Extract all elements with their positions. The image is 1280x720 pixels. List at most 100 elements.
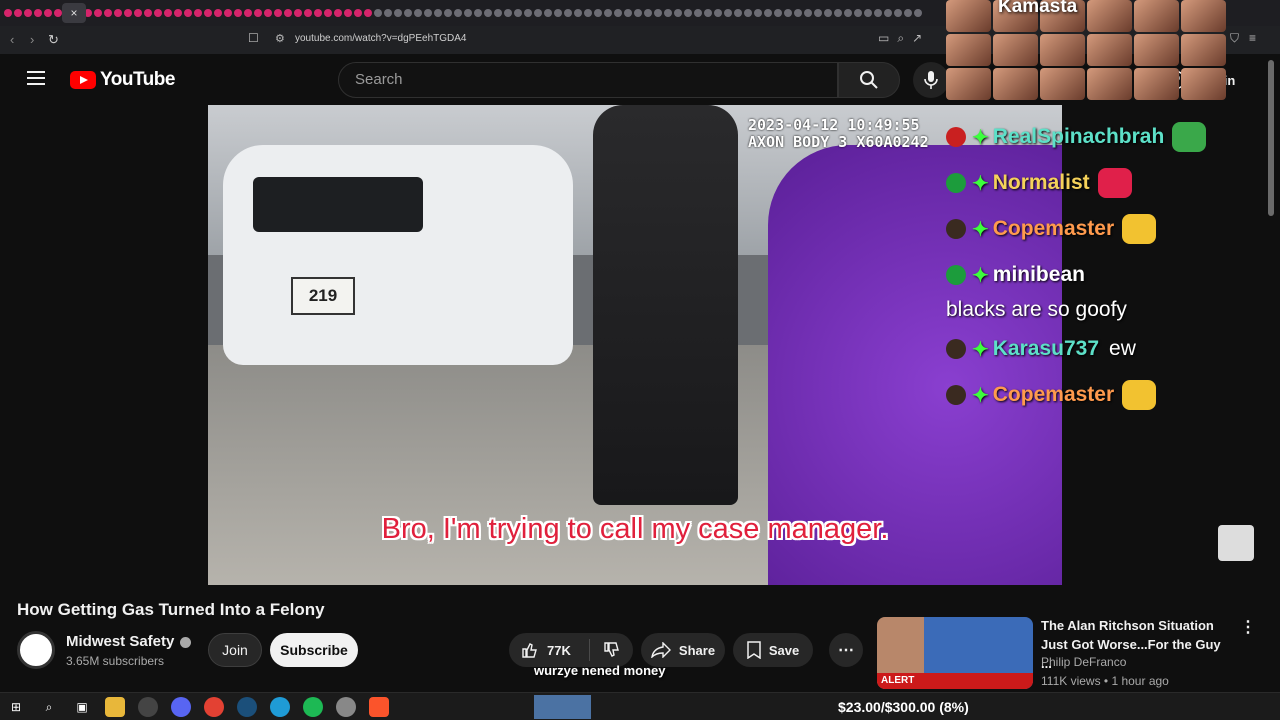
tab-favicon[interactable] <box>844 9 852 17</box>
tab-favicon[interactable] <box>524 9 532 17</box>
save-button[interactable]: Save <box>733 633 813 667</box>
tab-favicon[interactable] <box>734 9 742 17</box>
tab-favicon[interactable] <box>684 9 692 17</box>
tab-favicon[interactable] <box>824 9 832 17</box>
tab-favicon[interactable] <box>574 9 582 17</box>
app-icon[interactable] <box>336 697 356 717</box>
tab-favicon[interactable] <box>214 9 222 17</box>
subscribe-button[interactable]: Subscribe <box>270 633 358 667</box>
tab-favicon[interactable] <box>854 9 862 17</box>
tab-favicon[interactable] <box>114 9 122 17</box>
zoom-icon[interactable]: ⌕ <box>897 31 904 46</box>
tab-favicon[interactable] <box>604 9 612 17</box>
tab-favicon[interactable] <box>134 9 142 17</box>
taskbar-active-window[interactable] <box>534 695 591 719</box>
tab-favicon[interactable] <box>384 9 392 17</box>
tab-favicon[interactable] <box>494 9 502 17</box>
tab-favicon[interactable] <box>804 9 812 17</box>
tab-favicon[interactable] <box>794 9 802 17</box>
discord-icon[interactable] <box>171 697 191 717</box>
video-player[interactable]: 219 2023-04-12 10:49:55 AXON BODY 3 X60A… <box>208 105 1062 585</box>
tab-favicon[interactable] <box>14 9 22 17</box>
tab-favicon[interactable] <box>234 9 242 17</box>
tab-favicon[interactable] <box>44 9 52 17</box>
tab-favicon[interactable] <box>624 9 632 17</box>
tab-favicon[interactable] <box>614 9 622 17</box>
tab-favicon[interactable] <box>184 9 192 17</box>
tab-favicon[interactable] <box>894 9 902 17</box>
spotify-icon[interactable] <box>303 697 323 717</box>
tab-favicon[interactable] <box>554 9 562 17</box>
tab-favicon[interactable] <box>94 9 102 17</box>
site-info-icon[interactable]: ⚙ <box>275 32 285 45</box>
tab-favicon[interactable] <box>434 9 442 17</box>
tab-favicon[interactable] <box>724 9 732 17</box>
back-icon[interactable]: ‹ <box>10 32 14 47</box>
tab-favicon[interactable] <box>414 9 422 17</box>
task-view-icon[interactable]: ▣ <box>72 697 92 717</box>
tab-favicon[interactable] <box>54 9 62 17</box>
tab-favicon[interactable] <box>174 9 182 17</box>
tab-favicon[interactable] <box>534 9 542 17</box>
recommended-thumbnail[interactable]: ALERT <box>877 617 1033 689</box>
tab-favicon[interactable] <box>34 9 42 17</box>
voice-search-button[interactable] <box>913 62 949 98</box>
tab-favicon[interactable] <box>864 9 872 17</box>
tab-favicon[interactable] <box>364 9 372 17</box>
tab-favicon[interactable] <box>674 9 682 17</box>
file-explorer-icon[interactable] <box>105 697 125 717</box>
install-app-icon[interactable]: ▭ <box>878 31 889 46</box>
tab-favicon[interactable] <box>304 9 312 17</box>
tab-favicon[interactable] <box>784 9 792 17</box>
tab-favicon[interactable] <box>644 9 652 17</box>
tab-favicon[interactable] <box>714 9 722 17</box>
tab-favicon[interactable] <box>24 9 32 17</box>
tab-favicon[interactable] <box>464 9 472 17</box>
tab-favicon[interactable] <box>454 9 462 17</box>
search-button[interactable] <box>838 62 900 98</box>
channel-name[interactable]: Midwest Safety <box>66 633 192 650</box>
search-input[interactable]: Search <box>338 62 838 98</box>
tab-favicon[interactable] <box>514 9 522 17</box>
tab-favicon[interactable] <box>484 9 492 17</box>
youtube-logo[interactable]: YouTube <box>70 69 175 91</box>
tab-favicon[interactable] <box>504 9 512 17</box>
tab-favicon[interactable] <box>444 9 452 17</box>
tab-favicon[interactable] <box>284 9 292 17</box>
chrome-icon[interactable] <box>204 697 224 717</box>
tab-favicon[interactable] <box>914 9 922 17</box>
tab-favicon[interactable] <box>424 9 432 17</box>
tab-favicon[interactable] <box>334 9 342 17</box>
tab-favicon[interactable] <box>374 9 382 17</box>
tab-favicons[interactable] <box>4 7 934 19</box>
tab-favicon[interactable] <box>244 9 252 17</box>
tab-favicon[interactable] <box>694 9 702 17</box>
reload-icon[interactable]: ↻ <box>48 32 59 48</box>
tab-favicon[interactable] <box>474 9 482 17</box>
share-button[interactable]: Share <box>641 633 725 667</box>
tab-favicon[interactable] <box>834 9 842 17</box>
tab-favicon[interactable] <box>274 9 282 17</box>
tab-favicon[interactable] <box>144 9 152 17</box>
recommended-menu-icon[interactable]: ⋮ <box>1240 617 1256 637</box>
share-page-icon[interactable]: ↗ <box>912 31 922 46</box>
page-scrollbar[interactable] <box>1268 60 1274 216</box>
tab-favicon[interactable] <box>124 9 132 17</box>
menu-icon[interactable]: ≡ <box>1249 31 1256 46</box>
dislike-button[interactable] <box>589 639 633 661</box>
tab-favicon[interactable] <box>344 9 352 17</box>
tab-favicon[interactable] <box>404 9 412 17</box>
guide-menu-icon[interactable] <box>27 71 45 85</box>
tab-favicon[interactable] <box>294 9 302 17</box>
tab-favicon[interactable] <box>764 9 772 17</box>
tab-favicon[interactable] <box>704 9 712 17</box>
tab-favicon[interactable] <box>314 9 322 17</box>
tab-favicon[interactable] <box>594 9 602 17</box>
tab-favicon[interactable] <box>774 9 782 17</box>
tab-favicon[interactable] <box>564 9 572 17</box>
tab-favicon[interactable] <box>354 9 362 17</box>
tab-favicon[interactable] <box>584 9 592 17</box>
channel-watermark-icon[interactable] <box>1218 525 1254 561</box>
address-bar[interactable]: youtube.com/watch?v=dgPEehTGDA4 <box>295 33 466 44</box>
tab-favicon[interactable] <box>874 9 882 17</box>
